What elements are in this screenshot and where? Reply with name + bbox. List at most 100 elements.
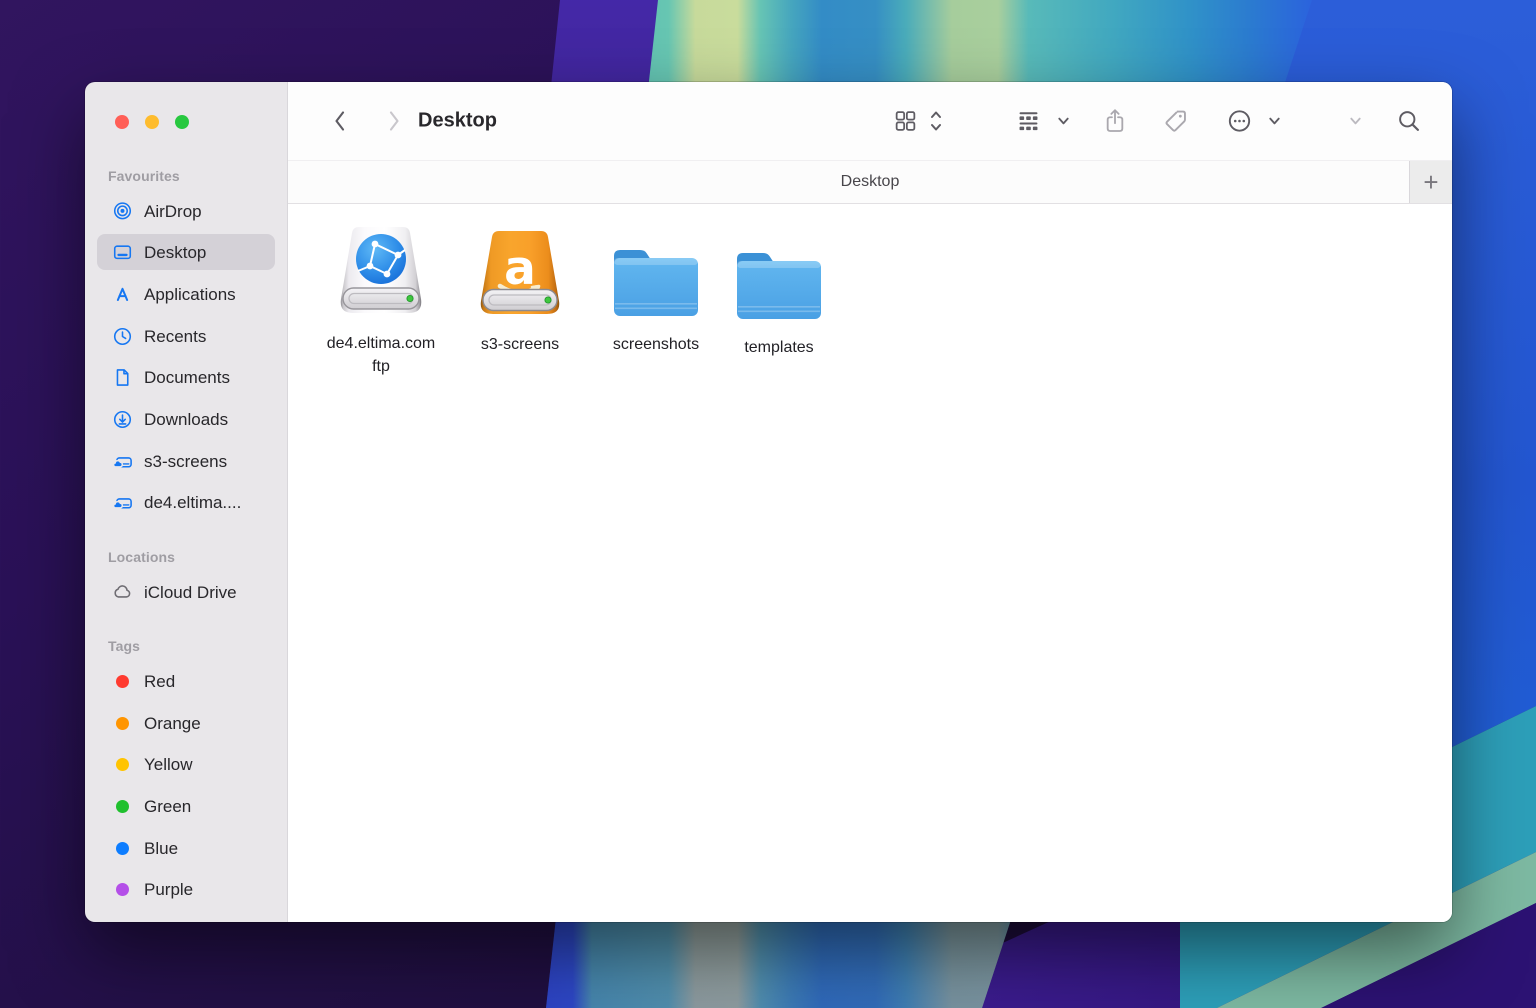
network-drive-icon (329, 224, 433, 321)
group-by-icon (1015, 109, 1042, 134)
group-by-button[interactable] (1015, 109, 1042, 134)
minimize-window-button[interactable] (145, 115, 159, 129)
icon-view-button[interactable] (893, 109, 918, 134)
new-tab-button[interactable]: + (1409, 161, 1452, 203)
toolbar-overflow-chevron[interactable] (1348, 114, 1363, 129)
desktop-icon (112, 242, 133, 263)
appstore-icon (112, 284, 133, 305)
download-icon (112, 409, 133, 430)
file-label-line1: templates (744, 336, 813, 359)
file-view[interactable]: de4.eltima.com ftp a (288, 204, 1452, 922)
sidebar-tag-blue[interactable]: Blue (97, 830, 275, 866)
tag-label: Green (144, 796, 191, 817)
sidebar-item-label: AirDrop (144, 201, 202, 222)
file-item-templates[interactable]: templates (699, 247, 859, 359)
up-down-chevrons-icon (929, 108, 943, 134)
more-options-button[interactable] (1226, 108, 1253, 135)
file-item-label: s3-screens (481, 333, 559, 356)
sidebar-item-desktop[interactable]: Desktop (97, 234, 275, 270)
more-options-chevron[interactable] (1267, 114, 1282, 129)
icloud-icon (112, 582, 133, 603)
share-icon (1102, 107, 1128, 135)
file-item-de4-eltima-com-ftp[interactable]: de4.eltima.com ftp (301, 224, 461, 378)
finder-main-pane: Desktop (288, 82, 1452, 922)
sidebar-item-applications[interactable]: Applications (97, 276, 275, 312)
tag-label: Orange (144, 713, 201, 734)
share-button[interactable] (1102, 107, 1128, 135)
sidebar-item-downloads[interactable]: Downloads (97, 401, 275, 437)
more-ellipsis-icon (1226, 108, 1253, 135)
tag-label: Purple (144, 879, 193, 900)
tag-label: Red (144, 671, 175, 692)
sidebar-item-label: Documents (144, 367, 230, 388)
tag-icon (1162, 108, 1189, 135)
search-icon (1396, 108, 1422, 134)
group-by-chevron[interactable] (1056, 114, 1071, 129)
purple-tag-dot (116, 883, 129, 896)
toolbar: Desktop (288, 82, 1452, 160)
cloud-drive-icon (112, 492, 133, 513)
sidebar-tag-orange[interactable]: Orange (97, 705, 275, 741)
orange-tag-dot (116, 717, 129, 730)
sidebar-section-locations: Locations (108, 548, 175, 566)
sidebar-item-s3-screens[interactable]: s3-screens (97, 443, 275, 479)
file-item-label: de4.eltima.com ftp (327, 332, 436, 378)
file-item-label: templates (744, 336, 813, 359)
finder-window: Favourites AirDrop Desktop Applications (85, 82, 1452, 922)
file-label-line1: de4.eltima.com (327, 332, 436, 355)
file-label-line2: ftp (327, 355, 436, 378)
tag-label: Yellow (144, 754, 193, 775)
close-window-button[interactable] (115, 115, 129, 129)
tag-label: Blue (144, 838, 178, 859)
tags-button[interactable] (1162, 108, 1189, 135)
sidebar-item-label: Applications (144, 284, 236, 305)
clock-icon (112, 326, 133, 347)
sidebar-item-label: Downloads (144, 409, 228, 430)
grid-view-icon (893, 109, 918, 134)
cloud-drive-icon (112, 451, 133, 472)
tab-bar: Desktop + (288, 160, 1452, 204)
sidebar-item-label: iCloud Drive (144, 582, 237, 603)
search-button[interactable] (1396, 108, 1422, 134)
green-tag-dot (116, 800, 129, 813)
window-title: Desktop (418, 110, 497, 133)
sidebar-item-label: Recents (144, 326, 206, 347)
sidebar-item-documents[interactable]: Documents (97, 359, 275, 395)
airdrop-icon (112, 201, 133, 222)
back-button[interactable] (328, 108, 352, 134)
sidebar-item-recents[interactable]: Recents (97, 318, 275, 354)
file-label-line1: screenshots (613, 333, 699, 356)
blue-tag-dot (116, 842, 129, 855)
sidebar-section-tags: Tags (108, 637, 140, 655)
file-label-line1: s3-screens (481, 333, 559, 356)
chevron-right-icon (391, 113, 398, 130)
chevron-left-icon (337, 113, 344, 130)
folder-icon (608, 244, 704, 322)
document-icon (112, 367, 133, 388)
yellow-tag-dot (116, 758, 129, 771)
folder-icon (731, 247, 827, 325)
sidebar-tag-yellow[interactable]: Yellow (97, 746, 275, 782)
amazon-drive-icon: a (470, 228, 570, 322)
view-selector-chevrons[interactable] (929, 108, 943, 134)
sidebar-section-favourites: Favourites (108, 167, 180, 185)
forward-button[interactable] (382, 108, 406, 134)
sidebar-item-airdrop[interactable]: AirDrop (97, 193, 275, 229)
sidebar-item-label: s3-screens (144, 451, 227, 472)
chevron-down-icon (1348, 114, 1363, 129)
sidebar-item-icloud-drive[interactable]: iCloud Drive (97, 574, 275, 610)
chevron-down-icon (1056, 114, 1071, 129)
traffic-lights (115, 115, 189, 129)
tab-desktop[interactable]: Desktop (841, 173, 900, 191)
sidebar-item-label: de4.eltima.... (144, 492, 241, 513)
file-item-label: screenshots (613, 333, 699, 356)
sidebar-item-de4-eltima[interactable]: de4.eltima.... (97, 484, 275, 520)
zoom-window-button[interactable] (175, 115, 189, 129)
chevron-down-icon (1267, 114, 1282, 129)
sidebar: Favourites AirDrop Desktop Applications (85, 82, 288, 922)
sidebar-tag-red[interactable]: Red (97, 663, 275, 699)
sidebar-tag-purple[interactable]: Purple (97, 871, 275, 907)
sidebar-tag-green[interactable]: Green (97, 788, 275, 824)
red-tag-dot (116, 675, 129, 688)
sidebar-item-label: Desktop (144, 242, 206, 263)
